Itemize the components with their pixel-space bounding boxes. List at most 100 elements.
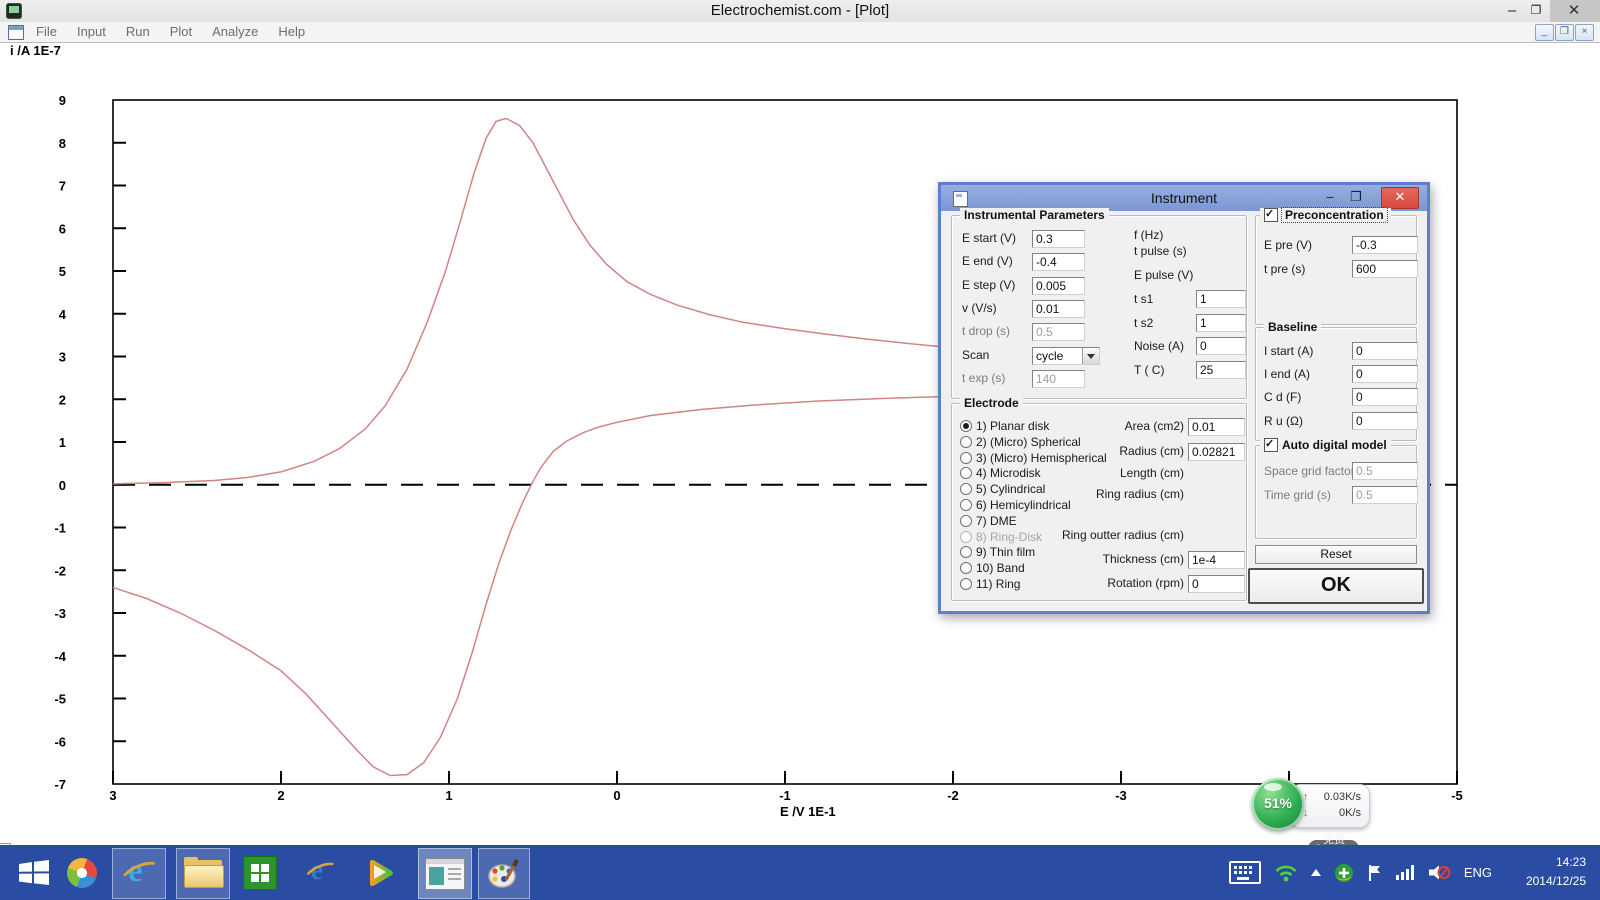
electrode-radio-5[interactable] [960,483,972,495]
menu-item-input[interactable]: Input [67,22,116,41]
instrument-dialog: Instrument – ❐ ✕ Instrumental Parameters… [938,182,1430,614]
touch-keyboard-icon[interactable] [1229,861,1261,884]
menu-bar: FileInputRunPlotAnalyzeHelp _ ❐ × [0,22,1600,43]
tencent-video-icon[interactable] [358,848,402,897]
electrode-radio-9[interactable] [960,546,972,558]
preconcentration-field-t-pre-s-[interactable]: 600 [1352,260,1418,278]
auto-digital-model-checkbox[interactable] [1264,438,1278,452]
baseline-field-c-d-f-[interactable]: 0 [1352,388,1418,406]
electrode-field-rotation-rpm-[interactable]: 0 [1188,575,1245,593]
y-tick-label: -6 [54,734,66,749]
electrode-radio-8 [960,531,972,543]
desktop: Electrochemist.com - [Plot] – ❐ ✕ FileIn… [0,0,1600,900]
menu-item-plot[interactable]: Plot [160,22,202,41]
paint-icon[interactable] [478,848,530,899]
360-safety-ball-icon[interactable] [1334,863,1354,883]
x-tick-label: 0 [613,788,620,803]
param-label: E start (V) [962,231,1016,245]
electrode-radio-1[interactable] [960,420,972,432]
mdi-restore-button[interactable]: ❐ [1555,24,1574,41]
param-field-e-step-v-[interactable]: 0.005 [1032,277,1085,295]
electrode-field-area-cm2-[interactable]: 0.01 [1188,418,1245,436]
baseline-label: I start (A) [1264,344,1313,358]
baseline-field-r-u-[interactable]: 0 [1352,412,1418,430]
electrode-radio-11[interactable] [960,578,972,590]
auto-digital-field-space-grid-factor[interactable]: 0.5 [1352,462,1418,480]
electrode-field-label: Thickness (cm) [1052,552,1184,566]
baseline-field-i-end-a-[interactable]: 0 [1352,365,1418,383]
clock[interactable]: 14:23 2014/12/25 [1526,853,1586,891]
baseline-field-i-start-a-[interactable]: 0 [1352,342,1418,360]
electrode-radio-6[interactable] [960,499,972,511]
menu-item-help[interactable]: Help [268,22,315,41]
electrode-radio-4[interactable] [960,467,972,479]
preconcentration-group: Preconcentration E pre (V)-0.3t pre (s)6… [1255,215,1417,325]
param-field-t-s2[interactable]: 1 [1196,314,1246,332]
action-center-flag-icon[interactable] [1367,864,1383,882]
auto-digital-field-time-grid-s-[interactable]: 0.5 [1352,486,1418,504]
param-field-t-exp-s-[interactable]: 140 [1032,370,1085,388]
hidden-icons-arrow[interactable] [1311,869,1321,876]
param-field-t-s1[interactable]: 1 [1196,290,1246,308]
windows-store-icon[interactable] [238,848,282,897]
network-signal-icon[interactable] [1396,865,1414,880]
baseline-label: I end (A) [1264,367,1310,381]
internet-explorer-desktop-icon[interactable]: e [298,848,342,897]
electrode-radio-7[interactable] [960,515,972,527]
electrode-radio-2[interactable] [960,436,972,448]
param-field-t-drop-s-[interactable]: 0.5 [1032,323,1085,341]
y-tick-label: 5 [59,264,66,279]
y-tick-label: 6 [59,221,66,236]
dialog-minimize-button[interactable]: – [1319,188,1341,206]
mdi-minimize-button[interactable]: _ [1535,24,1554,41]
electrode-field-label: Area (cm2) [1052,419,1184,433]
param-field-noise-a-[interactable]: 0 [1196,337,1246,355]
ie-logo-icon: e [120,857,158,891]
360-browser-icon[interactable] [60,848,104,897]
ok-button[interactable]: OK [1248,568,1424,604]
y-tick-label: 8 [59,136,66,151]
mdi-close-button[interactable]: × [1575,24,1594,41]
file-explorer-icon[interactable] [176,848,230,899]
dialog-maximize-button[interactable]: ❐ [1345,188,1367,206]
electrode-radio-10[interactable] [960,562,972,574]
preconcentration-field-e-pre-v-[interactable]: -0.3 [1352,236,1418,254]
param-field-v-v-s-[interactable]: 0.01 [1032,300,1085,318]
electrode-radio-3[interactable] [960,452,972,464]
internet-explorer-icon[interactable]: e [112,848,166,899]
folder-icon [184,860,222,888]
param-field-t-c-[interactable]: 25 [1196,361,1246,379]
minimize-button[interactable]: – [1502,0,1522,22]
reset-button[interactable]: Reset [1255,545,1417,564]
electrode-option-label: 5) Cylindrical [976,482,1045,496]
dropdown-arrow-icon[interactable] [1082,348,1099,364]
electrode-field-thickness-cm-[interactable]: 1e-4 [1188,551,1245,569]
preconcentration-checkbox[interactable] [1264,208,1278,222]
menu-item-analyze[interactable]: Analyze [202,22,268,41]
electrochemist-app-icon[interactable] [418,848,472,899]
y-tick-label: 9 [59,93,66,108]
y-axis-label: i /A 1E-7 [10,43,61,58]
menu-item-run[interactable]: Run [116,22,160,41]
param-field-e-start-v-[interactable]: 0.3 [1032,230,1085,248]
y-tick-label: 1 [59,435,66,450]
param-label: E end (V) [962,254,1013,268]
restore-button[interactable]: ❐ [1526,0,1546,22]
menu-item-file[interactable]: File [26,22,67,41]
memory-usage-ball[interactable]: 51% [1252,778,1304,830]
start-button[interactable] [10,848,58,897]
dialog-close-button[interactable]: ✕ [1381,187,1419,209]
store-tile-icon [243,856,277,890]
wifi-tray-icon[interactable] [1274,864,1298,882]
param-field-scan[interactable]: cycle [1032,347,1100,365]
close-icon[interactable]: ✕ [1562,0,1586,22]
volume-muted-icon[interactable] [1427,863,1451,882]
mdi-child-icon[interactable] [8,25,24,40]
baseline-label: R u (Ω) [1264,414,1303,428]
language-indicator[interactable]: ENG [1464,865,1492,880]
electrode-field-radius-cm-[interactable]: 0.02821 [1188,443,1245,461]
windows-logo-icon [19,859,49,886]
auto-digital-label: Space grid factor [1264,464,1355,478]
param-field-e-end-v-[interactable]: -0.4 [1032,253,1085,271]
electrode-group: Electrode 1) Planar disk2) (Micro) Spher… [951,403,1247,601]
